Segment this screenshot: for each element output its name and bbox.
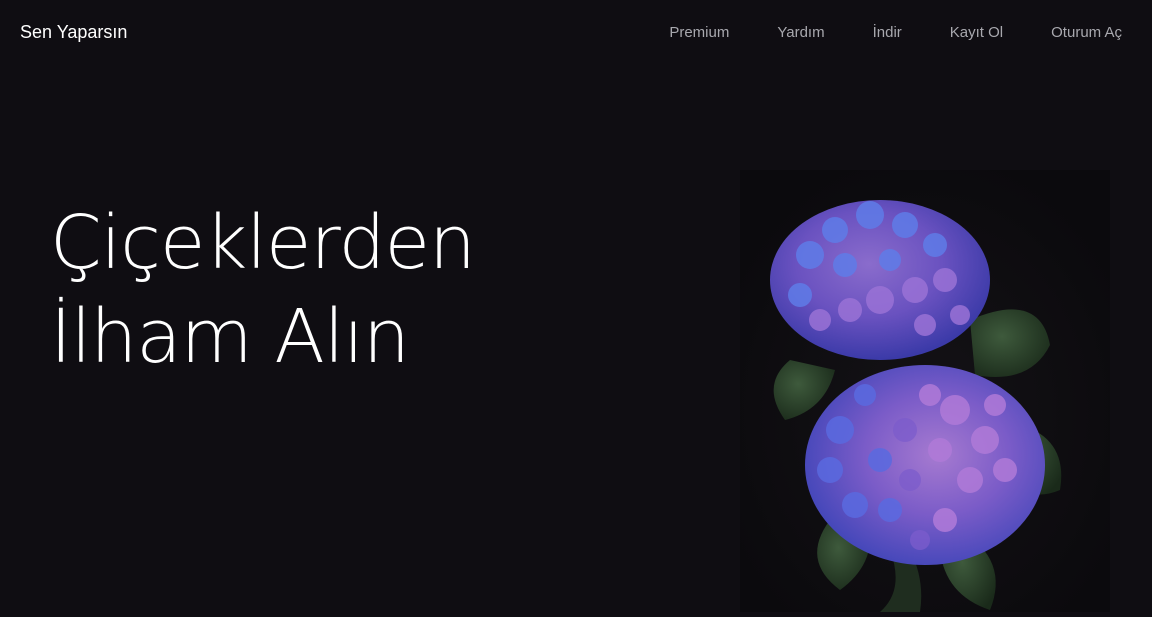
nav-link-signup[interactable]: Kayıt Ol [950,24,1003,41]
nav-item-download: İndir [825,24,902,42]
nav-link-help[interactable]: Yardım [777,24,824,41]
nav-item-help: Yardım [729,24,824,42]
nav-link-download[interactable]: İndir [873,24,902,41]
hydrangea-flower-image [740,170,1110,612]
hero-title-line-1: Çiçeklerden [50,200,476,286]
hero-title: Çiçeklerden İlham Alın [50,196,476,384]
nav-links: Premium Yardım İndir Kayıt Ol Oturum Aç [621,24,1122,42]
nav-item-premium: Premium [621,24,729,42]
nav-item-login: Oturum Aç [1003,24,1122,42]
nav-item-signup: Kayıt Ol [902,24,1003,42]
nav-link-premium[interactable]: Premium [669,24,729,41]
top-navbar: Sen Yaparsın Premium Yardım İndir Kayıt … [0,0,1152,66]
nav-link-login[interactable]: Oturum Aç [1051,24,1122,41]
brand-logo-link[interactable]: Sen Yaparsın [20,22,127,43]
hero-title-line-2: İlham Alın [50,294,410,380]
hydrangea-illustration [740,170,1110,612]
